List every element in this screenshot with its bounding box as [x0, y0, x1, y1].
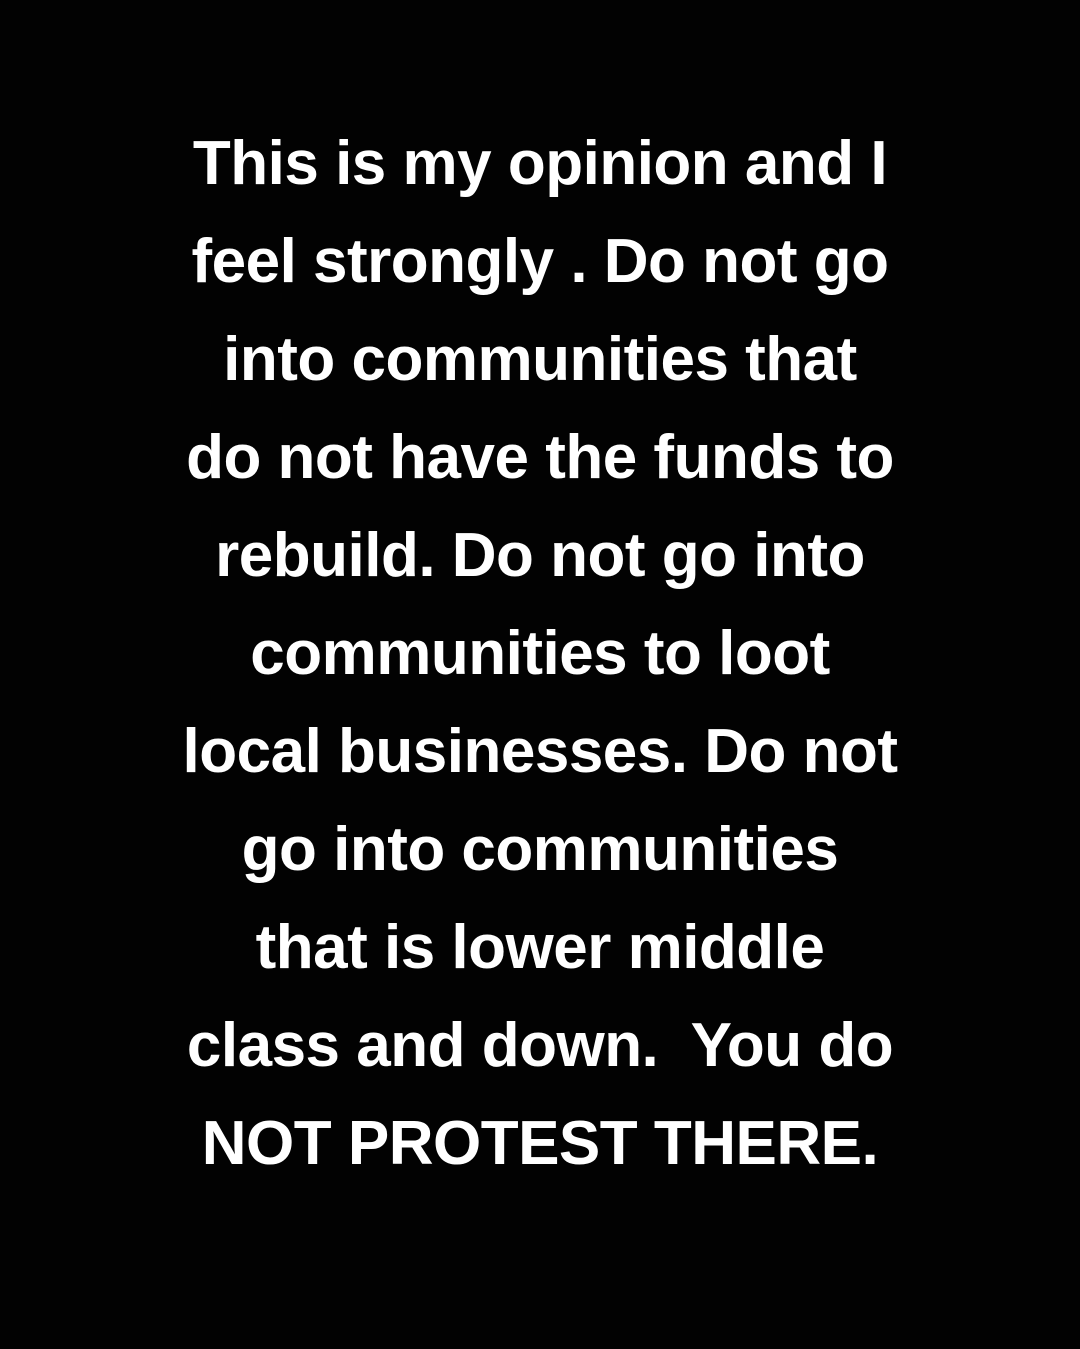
- text-line-8: go into communities: [241, 815, 839, 884]
- text-line-4: do not have the funds to: [186, 423, 894, 492]
- text-line-10: class and down. You do: [186, 1011, 894, 1080]
- text-line-1: This is my opinion and I: [192, 129, 888, 198]
- text-line-2: feel strongly . Do not go: [191, 227, 889, 296]
- text-line-6: communities to loot: [250, 619, 830, 688]
- story-canvas: This is my opinion and I feel strongly .…: [0, 0, 1080, 1349]
- text-line-9: that is lower middle: [255, 913, 825, 982]
- text-line-3: into communities that: [223, 325, 857, 394]
- text-line-7: local businesses. Do not: [182, 717, 898, 786]
- text-line-11: NOT PROTEST THERE.: [201, 1109, 879, 1178]
- text-line-5: rebuild. Do not go into: [215, 521, 865, 590]
- opinion-text-block: This is my opinion and I feel strongly .…: [0, 115, 1080, 1193]
